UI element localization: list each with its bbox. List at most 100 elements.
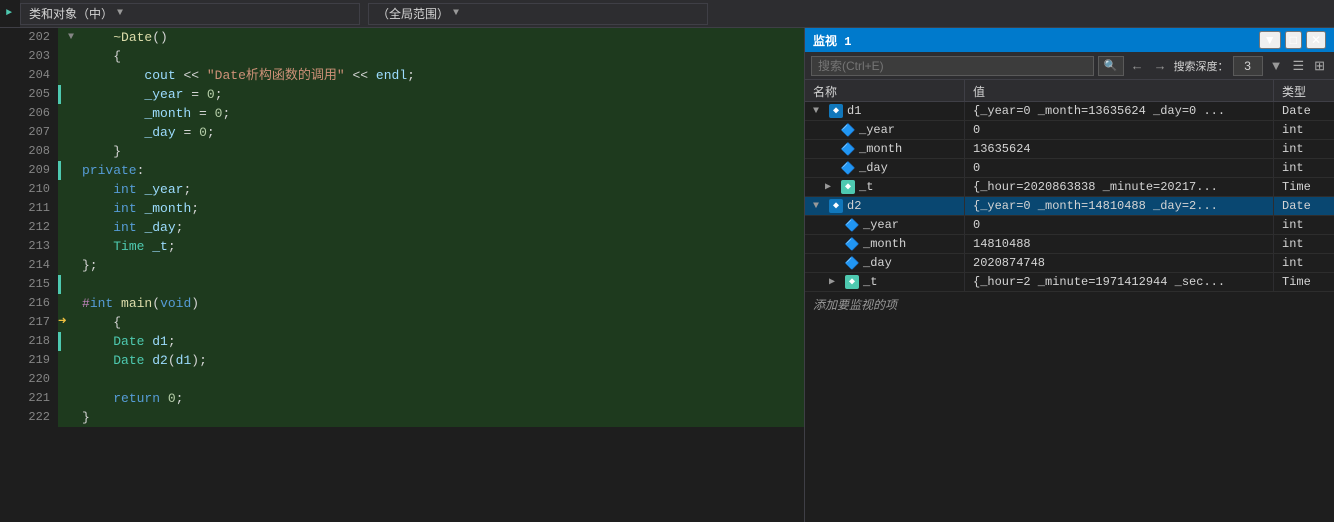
watch-type-d1-t: Time <box>1274 178 1334 196</box>
code-line-205: 205 _year = 0; <box>18 85 804 104</box>
watch-cell-name-d1-t: ◆ _t <box>805 178 965 196</box>
line-code-208: } <box>78 142 804 161</box>
class-dropdown[interactable]: 类和对象（中） ▼ <box>20 3 360 25</box>
line-indicator-217: ➜ <box>58 313 64 332</box>
watch-expand-d1-t[interactable] <box>825 181 837 193</box>
line-collapse-204 <box>64 66 78 85</box>
search-option-button1[interactable]: ☰ <box>1289 58 1307 74</box>
watch-value-d1-t: {_hour=2020863838 _minute=20217... <box>965 178 1274 196</box>
search-back-button[interactable]: ← <box>1128 58 1147 73</box>
watch-restore-button[interactable]: □ <box>1285 31 1302 49</box>
line-collapse-219 <box>64 351 78 370</box>
line-code-206: _month = 0; <box>78 104 804 123</box>
watch-row-d1-day[interactable]: 🔷 _day 0 int <box>805 159 1334 178</box>
watch-cell-name-d2-day: 🔷 _day <box>805 254 965 272</box>
line-collapse-206 <box>64 104 78 123</box>
watch-icon-d2-t: ◆ <box>845 275 859 289</box>
line-code-221: return 0; <box>78 389 804 408</box>
line-indicator-203 <box>58 47 64 66</box>
watch-row-d1-t[interactable]: ◆ _t {_hour=2020863838 _minute=20217... … <box>805 178 1334 197</box>
watch-icon-d1-t: ◆ <box>841 180 855 194</box>
watch-row-d2-day[interactable]: 🔷 _day 2020874748 int <box>805 254 1334 273</box>
watch-expand-d2-t[interactable] <box>829 276 841 288</box>
code-editor[interactable]: 202 ▼ ~Date() 203 { 204 cout << "Date析构函… <box>18 28 804 522</box>
search-option-button2[interactable]: ⊞ <box>1311 58 1328 74</box>
left-icon: ► <box>6 8 12 19</box>
line-indicator-208 <box>58 142 64 161</box>
search-button[interactable]: 🔍 <box>1098 56 1124 76</box>
watch-name-d1-day: _day <box>859 161 888 175</box>
watch-type-d2-day: int <box>1274 254 1334 272</box>
code-line-219: 219 Date d2(d1); <box>18 351 804 370</box>
line-num-211: 211 <box>18 199 58 218</box>
line-indicator-211 <box>58 199 64 218</box>
code-line-213: 213 Time _t; <box>18 237 804 256</box>
watch-icon-d1-year: 🔷 <box>841 123 855 137</box>
watch-close-button[interactable]: ✕ <box>1306 31 1326 49</box>
line-code-211: int _month; <box>78 199 804 218</box>
code-line-214: 214 }; <box>18 256 804 275</box>
line-num-209: 209 <box>18 161 58 180</box>
line-collapse-220 <box>64 370 78 389</box>
watch-row-d2-t[interactable]: ◆ _t {_hour=2 _minute=1971412944 _sec...… <box>805 273 1334 292</box>
watch-type-d2-year: int <box>1274 216 1334 234</box>
line-code-213: Time _t; <box>78 237 804 256</box>
watch-rows: ◆ d1 {_year=0 _month=13635624 _day=0 ...… <box>805 102 1334 522</box>
line-collapse-222 <box>64 408 78 427</box>
line-num-214: 214 <box>18 256 58 275</box>
scope-dropdown-label: （全局范围） <box>377 5 449 22</box>
watch-minimize-button[interactable]: ▼ <box>1259 31 1281 49</box>
line-num-216: 216 <box>18 294 58 313</box>
watch-cell-name-d1-year: 🔷 _year <box>805 121 965 139</box>
watch-title: 监视 1 <box>813 32 1255 49</box>
watch-header-value: 值 <box>965 80 1274 101</box>
watch-cell-name-d1-day: 🔷 _day <box>805 159 965 177</box>
search-depth-input[interactable] <box>1233 56 1263 76</box>
watch-value-d2-day: 2020874748 <box>965 254 1274 272</box>
search-depth-arrow[interactable]: ▼ <box>1267 58 1286 73</box>
line-indicator-218 <box>58 332 64 351</box>
watch-name-d2-t: _t <box>863 275 877 289</box>
watch-name-d2-month: _month <box>863 237 906 251</box>
watch-cell-name-d1: ◆ d1 <box>805 102 965 120</box>
line-num-221: 221 <box>18 389 58 408</box>
line-collapse-202[interactable]: ▼ <box>64 28 78 47</box>
watch-icon-d1-day: 🔷 <box>841 161 855 175</box>
line-num-212: 212 <box>18 218 58 237</box>
watch-row-d1[interactable]: ◆ d1 {_year=0 _month=13635624 _day=0 ...… <box>805 102 1334 121</box>
watch-row-d2-year[interactable]: 🔷 _year 0 int <box>805 216 1334 235</box>
line-num-203: 203 <box>18 47 58 66</box>
line-indicator-221 <box>58 389 64 408</box>
line-code-218: Date d1; <box>78 332 804 351</box>
code-lines: 202 ▼ ~Date() 203 { 204 cout << "Date析构函… <box>18 28 804 522</box>
code-line-217: 217 ➜ { <box>18 313 804 332</box>
add-watch[interactable]: 添加要监视的项 <box>805 292 1334 317</box>
line-collapse-203 <box>64 47 78 66</box>
watch-cell-name-d2: ◆ d2 <box>805 197 965 215</box>
line-code-214: }; <box>78 256 804 275</box>
line-indicator-206 <box>58 104 64 123</box>
line-indicator-210 <box>58 180 64 199</box>
watch-icon-d2-year: 🔷 <box>845 218 859 232</box>
watch-expand-d1[interactable] <box>813 106 825 117</box>
watch-row-d2[interactable]: ◆ d2 {_year=0 _month=14810488 _day=2... … <box>805 197 1334 216</box>
scope-dropdown[interactable]: （全局范围） ▼ <box>368 3 708 25</box>
watch-cell-name-d2-t: ◆ _t <box>805 273 965 291</box>
watch-row-d1-year[interactable]: 🔷 _year 0 int <box>805 121 1334 140</box>
watch-icon-d2-month: 🔷 <box>845 237 859 251</box>
line-collapse-215 <box>64 275 78 294</box>
watch-row-d2-month[interactable]: 🔷 _month 14810488 int <box>805 235 1334 254</box>
line-num-219: 219 <box>18 351 58 370</box>
search-forward-button[interactable]: → <box>1151 58 1170 73</box>
watch-name-d2-day: _day <box>863 256 892 270</box>
watch-expand-d2[interactable] <box>813 201 825 212</box>
line-indicator-205 <box>58 85 64 104</box>
line-collapse-213 <box>64 237 78 256</box>
line-num-208: 208 <box>18 142 58 161</box>
code-line-216: 216 #int main(void) <box>18 294 804 313</box>
watch-search-input[interactable] <box>811 56 1094 76</box>
watch-row-d1-month[interactable]: 🔷 _month 13635624 int <box>805 140 1334 159</box>
watch-header-type: 类型 <box>1274 80 1334 101</box>
line-collapse-211 <box>64 199 78 218</box>
scope-dropdown-arrow: ▼ <box>453 8 459 19</box>
